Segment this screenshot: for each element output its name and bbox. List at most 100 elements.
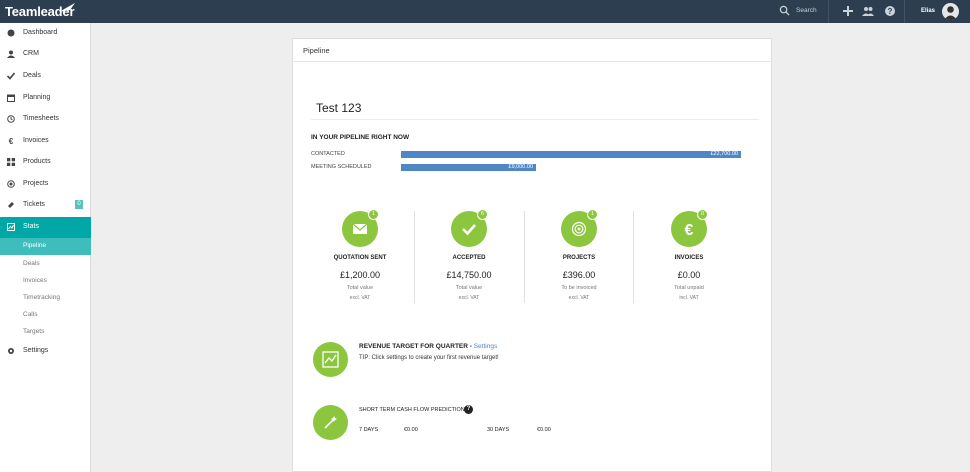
svg-text:€: €	[9, 137, 14, 145]
sidebar-item-label: Timesheets	[23, 115, 59, 122]
divider	[311, 119, 759, 120]
kpi-value: £396.00	[562, 270, 596, 280]
kpi-count-badge: 1	[368, 209, 379, 220]
users-icon[interactable]	[862, 5, 874, 17]
search-label[interactable]: Search	[796, 7, 817, 14]
sidebar-subitem-label: Invoices	[23, 277, 47, 284]
sidebar-item-label: Projects	[23, 180, 49, 187]
logo-mark-icon	[59, 3, 75, 12]
cashflow-7days-value: €0.00	[404, 427, 418, 433]
sidebar-subitem-label: Deals	[23, 260, 40, 267]
sidebar: Dashboard CRM Deals Planning Timesheets …	[0, 23, 91, 472]
revenue-target-title: REVENUE TARGET FOR QUARTER -	[359, 343, 474, 350]
sidebar-item-label: Settings	[23, 347, 49, 354]
sidebar-subitem-deals[interactable]: Deals	[0, 256, 91, 273]
cashflow-30days-value: €0.00	[537, 427, 551, 433]
sidebar-item-tickets[interactable]: Tickets 0	[0, 195, 91, 216]
kpi-value: £0.00	[677, 270, 701, 280]
sidebar-item-label: Invoices	[23, 137, 49, 144]
kpi-value: £14,750.00	[446, 270, 492, 280]
svg-text:?: ?	[888, 7, 893, 16]
help-icon[interactable]: ?	[464, 405, 473, 414]
kpi-count-badge: 0	[697, 209, 708, 220]
kpi-quotation-sent[interactable]: 1 QUOTATION SENT £1,200.00 Total value e…	[305, 209, 415, 303]
sidebar-subitem-label: Targets	[23, 328, 45, 335]
divider	[828, 0, 829, 23]
kpi-subtitle: Total unpaid	[674, 285, 704, 291]
help-icon[interactable]: ?	[884, 5, 896, 17]
sidebar-item-label: Dashboard	[23, 29, 58, 36]
checkmark-icon	[462, 224, 476, 236]
target-icon	[571, 221, 587, 237]
euro-icon: €	[685, 222, 694, 237]
sidebar-item-timesheets[interactable]: Timesheets	[0, 109, 91, 130]
divider	[904, 0, 905, 23]
kpi-value: £1,200.00	[339, 270, 381, 280]
stats-icon	[7, 223, 15, 231]
sidebar-item-label: CRM	[23, 50, 39, 57]
user-avatar-icon	[944, 6, 957, 20]
revenue-target-heading: REVENUE TARGET FOR QUARTER - Settings	[359, 343, 497, 350]
sidebar-item-deals[interactable]: Deals	[0, 66, 91, 87]
sidebar-item-planning[interactable]: Planning	[0, 88, 91, 109]
kpi-title: INVOICES	[674, 255, 704, 261]
revenue-tip: TIP: Click settings to create your first…	[359, 355, 499, 361]
kpi-count-badge: 1	[587, 209, 598, 220]
kpi-title: PROJECTS	[562, 255, 596, 261]
search-icon[interactable]	[779, 5, 790, 16]
stage-label: CONTACTED	[311, 151, 345, 157]
plus-icon[interactable]	[842, 5, 854, 17]
sidebar-item-label: Tickets	[23, 201, 45, 208]
panel-header: Pipeline	[293, 39, 771, 62]
kpi-vat-note: excl. VAT	[458, 295, 480, 301]
sidebar-subitem-label: Pipeline	[23, 242, 47, 249]
kpi-title: ACCEPTED	[452, 255, 486, 261]
sidebar-item-label: Deals	[23, 72, 41, 79]
panel-title: Pipeline	[303, 46, 330, 55]
kpi-vat-note: incl. VAT	[679, 295, 699, 301]
sidebar-item-label: Stats	[23, 223, 39, 230]
cashflow-7days-label: 7 DAYS	[359, 427, 379, 433]
euro-icon: €	[9, 137, 14, 145]
pipeline-panel: Pipeline Test 123 IN YOUR PIPELINE RIGHT…	[292, 38, 772, 472]
sidebar-item-dashboard[interactable]: Dashboard	[0, 23, 91, 44]
sidebar-subitem-timetracking[interactable]: Timetracking	[0, 290, 91, 307]
kpi-accepted[interactable]: 6 ACCEPTED £14,750.00 Total value excl. …	[414, 209, 524, 303]
kpi-vat-note: excl. VAT	[568, 295, 590, 301]
kpi-projects[interactable]: 1 PROJECTS £396.00 To be invoiced excl. …	[524, 209, 634, 303]
top-bar: Teamleader Search ? Elias	[0, 0, 970, 23]
target-icon	[7, 180, 15, 188]
stage-label: MEETING SCHEDULED	[311, 164, 372, 170]
sidebar-subitem-label: Calls	[23, 311, 38, 318]
sidebar-subitem-pipeline[interactable]: Pipeline	[0, 238, 91, 255]
sidebar-subitem-invoices[interactable]: Invoices	[0, 273, 91, 290]
sidebar-item-stats[interactable]: Stats	[0, 217, 91, 238]
calendar-icon	[7, 94, 15, 102]
sidebar-item-projects[interactable]: Projects	[0, 174, 91, 195]
kpi-invoices[interactable]: € 0 INVOICES £0.00 Total unpaid incl. VA…	[634, 209, 744, 303]
sidebar-subitem-calls[interactable]: Calls	[0, 307, 91, 324]
sidebar-item-invoices[interactable]: € Invoices	[0, 131, 91, 152]
kpi-count-badge: 6	[477, 209, 488, 220]
check-icon	[7, 72, 15, 80]
sidebar-subitem-targets[interactable]: Targets	[0, 324, 91, 341]
user-name[interactable]: Elias	[921, 8, 935, 14]
page-title: Test 123	[316, 101, 362, 115]
stage-value: £9,000.00	[508, 164, 533, 170]
stage-bar[interactable]: £9,000.00	[401, 164, 536, 171]
sidebar-item-products[interactable]: Products	[0, 152, 91, 173]
clock-icon	[7, 115, 15, 123]
sidebar-item-label: Products	[23, 158, 51, 165]
wand-icon	[324, 416, 337, 429]
sidebar-item-settings[interactable]: Settings	[0, 341, 91, 362]
pipeline-heading: IN YOUR PIPELINE RIGHT NOW	[311, 134, 410, 141]
kpi-title: QUOTATION SENT	[333, 255, 387, 261]
svg-text:€: €	[685, 222, 694, 237]
kpi-subtitle: Total value	[455, 285, 483, 291]
cashflow-icon-circle	[313, 405, 348, 440]
sidebar-item-crm[interactable]: CRM	[0, 44, 91, 65]
ticket-icon	[8, 202, 14, 208]
avatar[interactable]	[942, 3, 959, 20]
settings-link[interactable]: Settings	[474, 343, 498, 350]
stage-bar[interactable]: £22,700.00	[401, 151, 741, 158]
